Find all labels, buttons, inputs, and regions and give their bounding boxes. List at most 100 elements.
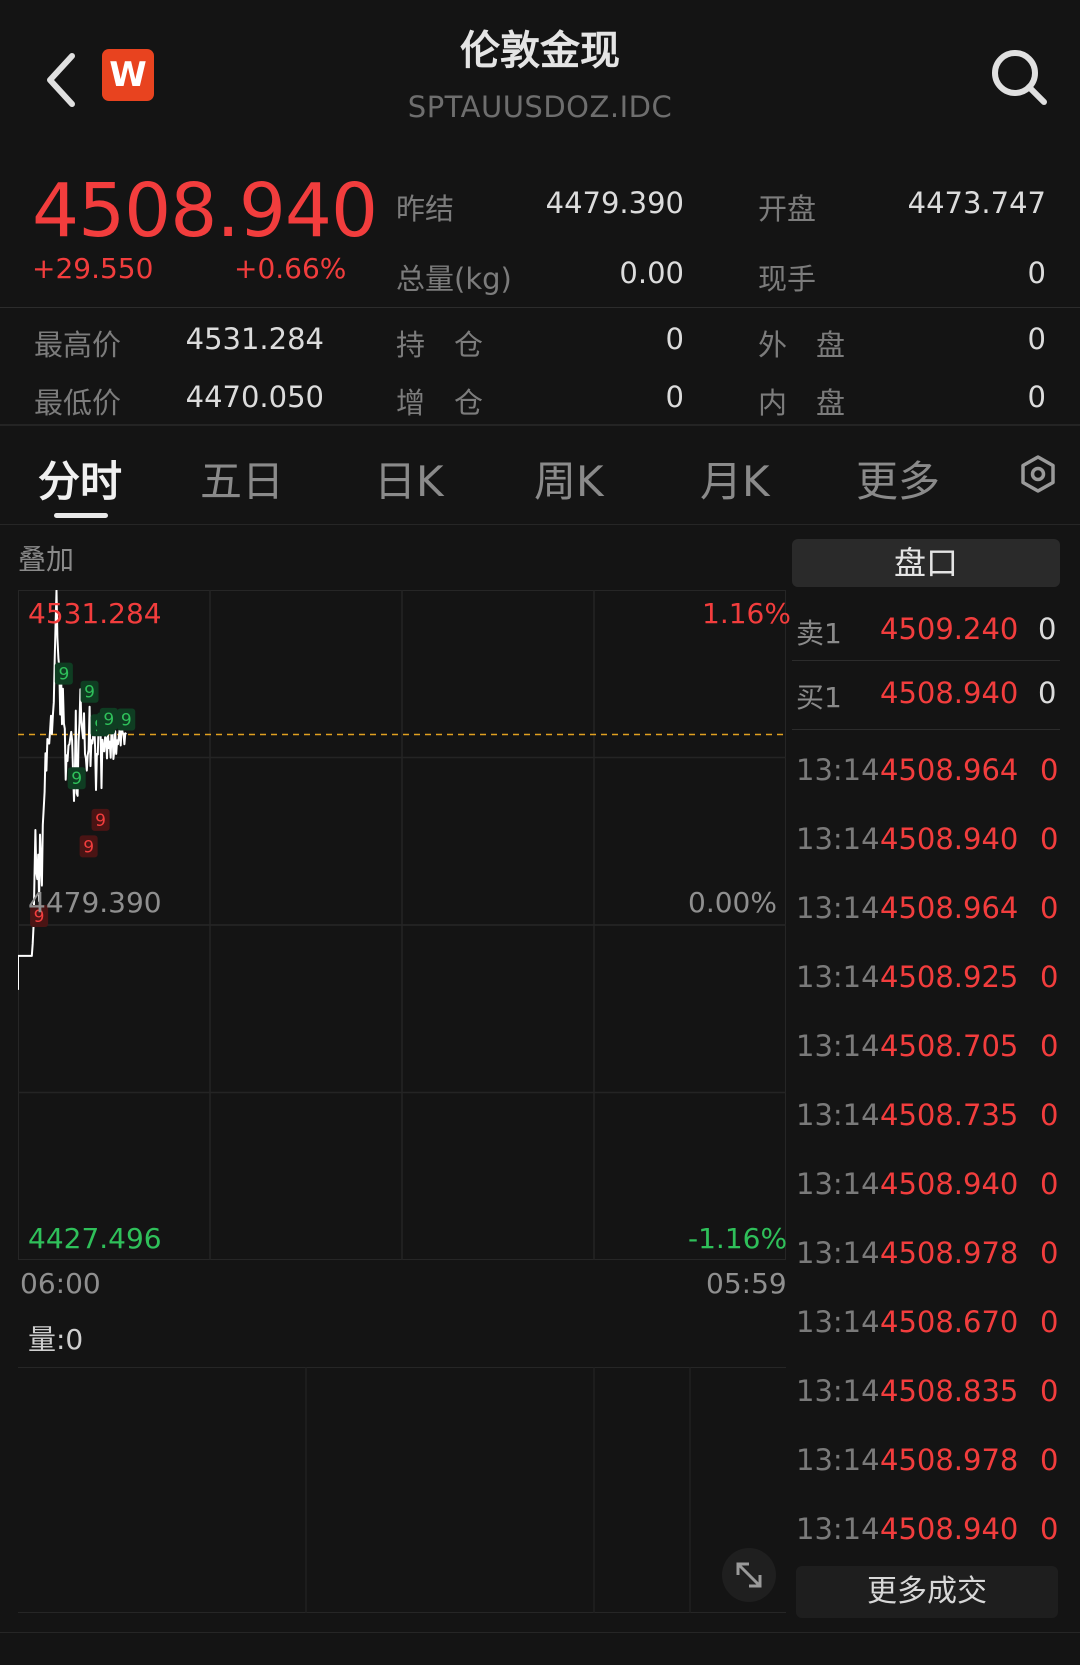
tick-price: 4508.940 — [880, 1167, 1019, 1201]
tick-time: 13:14 — [796, 1098, 880, 1132]
order-book-header[interactable]: 盘口 — [792, 539, 1060, 587]
price-change: +29.550 — [32, 252, 154, 285]
top-signal-marker: 9 — [54, 662, 73, 685]
chart-settings-button[interactable] — [1018, 454, 1058, 494]
signal-badge-label: 9 — [95, 811, 106, 831]
y-axis-ref-pct: 0.00% — [688, 886, 777, 919]
divider — [0, 424, 1080, 426]
top-signal-marker: 9 — [99, 707, 118, 730]
divider — [0, 524, 1080, 525]
tick-time: 13:14 — [796, 753, 880, 787]
tick-price: 4508.978 — [880, 1443, 1019, 1477]
price-line — [18, 590, 128, 990]
instrument-code: SPTAUUSDOZ.IDC — [407, 90, 673, 124]
tick-price: 4508.925 — [880, 960, 1019, 994]
add-position-value: 0 — [665, 380, 684, 414]
divider — [792, 729, 1060, 730]
intraday-chart[interactable]: 99999999999 — [18, 590, 786, 1260]
search-button[interactable] — [988, 46, 1050, 108]
last-price: 4508.940 — [32, 168, 378, 254]
tick-time: 13:14 — [796, 891, 880, 925]
inner-value: 0 — [1027, 380, 1046, 414]
tick-volume: 0 — [1040, 1512, 1059, 1546]
current-hand-label: 现手 — [758, 262, 817, 296]
tick-volume: 0 — [1040, 891, 1059, 925]
signal-badge-label: 9 — [83, 837, 94, 857]
volume-label: 量:0 — [28, 1323, 84, 1356]
tick-volume: 0 — [1040, 960, 1059, 994]
outer-label: 外 盘 — [758, 328, 846, 362]
active-tab-indicator — [54, 513, 108, 518]
bid-volume: 0 — [1038, 676, 1057, 710]
signal-badge-label: 9 — [103, 710, 114, 730]
y-axis-min-pct: -1.16% — [688, 1222, 788, 1255]
page-title: 伦敦金现 — [460, 28, 620, 74]
tick-price: 4508.964 — [880, 891, 1019, 925]
divider — [792, 660, 1060, 661]
tab-five-day[interactable]: 五日 — [200, 448, 284, 509]
tick-volume: 0 — [1040, 1167, 1059, 1201]
search-icon — [992, 50, 1047, 105]
tick-price: 4508.735 — [880, 1098, 1019, 1132]
tick-price: 4508.940 — [880, 1512, 1019, 1546]
high-value: 4531.284 — [185, 322, 324, 356]
y-axis-ref-price: 4479.390 — [28, 886, 162, 919]
position-value: 0 — [665, 322, 684, 356]
tick-price: 4508.940 — [880, 822, 1019, 856]
signal-badge-label: 9 — [84, 683, 95, 703]
divider — [0, 307, 1080, 308]
overlay-button[interactable]: 叠加 — [18, 538, 74, 578]
tab-monthly-k[interactable]: 月K — [700, 448, 770, 509]
tick-volume: 0 — [1040, 1443, 1059, 1477]
tick-volume: 0 — [1040, 1029, 1059, 1063]
divider — [0, 1632, 1080, 1633]
high-label: 最高价 — [34, 328, 122, 362]
tick-time: 13:14 — [796, 1167, 880, 1201]
signal-badge-label: 9 — [71, 769, 82, 789]
tab-intraday[interactable]: 分时 — [38, 448, 122, 509]
position-label: 持 仓 — [396, 328, 484, 362]
tick-time: 13:14 — [796, 1029, 880, 1063]
x-axis-start-time: 06:00 — [20, 1267, 101, 1300]
tab-weekly-k[interactable]: 周K — [534, 448, 604, 509]
open-value: 4473.747 — [907, 186, 1046, 220]
ask-price: 4509.240 — [880, 612, 1019, 646]
signal-badge-label: 9 — [121, 710, 132, 730]
inner-label: 内 盘 — [758, 386, 846, 420]
y-axis-max-price: 4531.284 — [28, 597, 162, 630]
tick-time: 13:14 — [796, 1443, 880, 1477]
y-axis-max-pct: 1.16% — [702, 597, 791, 630]
more-trades-button[interactable]: 更多成交 — [796, 1566, 1058, 1618]
bottom-signal-marker: 9 — [91, 808, 110, 831]
tick-price: 4508.670 — [880, 1305, 1019, 1339]
tick-volume: 0 — [1040, 822, 1059, 856]
outer-value: 0 — [1027, 322, 1046, 356]
tick-volume: 0 — [1040, 1236, 1059, 1270]
tick-price: 4508.978 — [880, 1236, 1019, 1270]
tick-time: 13:14 — [796, 822, 880, 856]
volume-value: 0.00 — [619, 256, 684, 290]
tick-time: 13:14 — [796, 960, 880, 994]
tick-price: 4508.705 — [880, 1029, 1019, 1063]
tick-time: 13:14 — [796, 1236, 880, 1270]
tick-time: 13:14 — [796, 1305, 880, 1339]
fullscreen-button[interactable] — [722, 1548, 776, 1602]
header: W 伦敦金现 SPTAUUSDOZ.IDC — [0, 0, 1080, 150]
ask-volume: 0 — [1038, 612, 1057, 646]
tick-time: 13:14 — [796, 1374, 880, 1408]
tick-volume: 0 — [1040, 1098, 1059, 1132]
hexagon-settings-icon — [1021, 455, 1055, 493]
ask-label: 卖1 — [796, 617, 842, 650]
bottom-signal-marker: 9 — [79, 835, 98, 858]
current-hand-value: 0 — [1027, 256, 1046, 290]
tab-daily-k[interactable]: 日K — [374, 448, 444, 509]
tick-volume: 0 — [1040, 753, 1059, 787]
low-label: 最低价 — [34, 386, 122, 420]
expand-icon — [736, 1562, 762, 1588]
open-label: 开盘 — [758, 192, 817, 226]
tab-more[interactable]: 更多 — [856, 448, 940, 509]
top-signal-marker: 9 — [67, 767, 86, 790]
tick-volume: 0 — [1040, 1305, 1059, 1339]
top-signal-marker: 9 — [80, 680, 99, 703]
volume-chart — [18, 1367, 786, 1613]
